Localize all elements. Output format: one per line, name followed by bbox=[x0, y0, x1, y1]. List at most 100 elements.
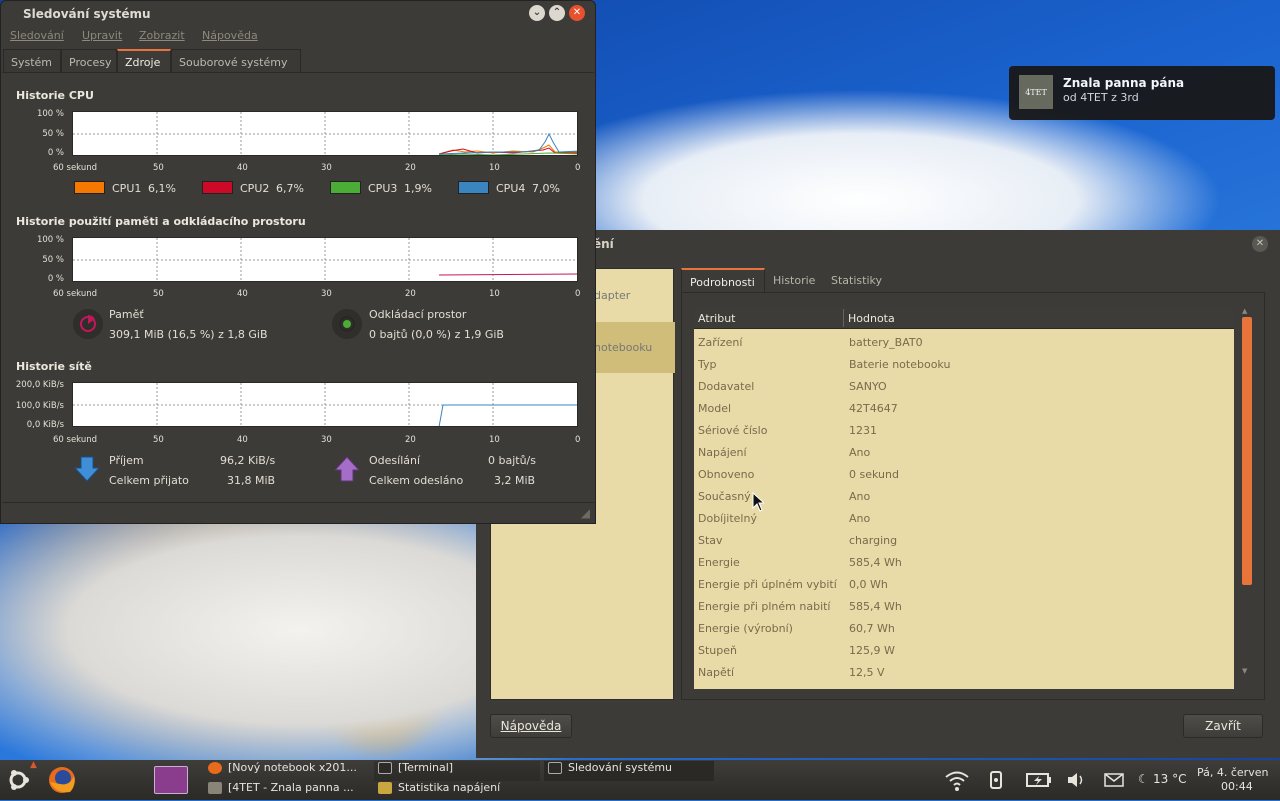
temperature[interactable]: 13 °C bbox=[1153, 772, 1186, 786]
y-tick: 100 % bbox=[36, 235, 64, 245]
table-row[interactable]: Energie (výrobní) 60,7 Wh bbox=[694, 617, 1234, 639]
battery-charging-icon[interactable] bbox=[1026, 772, 1052, 788]
attribute-value: Ano bbox=[849, 446, 871, 459]
scrollbar-thumb[interactable] bbox=[1242, 317, 1252, 585]
status-bar: ◢ bbox=[2, 502, 594, 523]
tab-processes[interactable]: Procesy bbox=[61, 49, 117, 73]
x-tick: 40 bbox=[237, 435, 248, 445]
mail-icon[interactable] bbox=[1104, 773, 1124, 787]
help-button-label: Nápověda bbox=[500, 719, 562, 733]
volume-icon[interactable] bbox=[1066, 772, 1086, 788]
x-tick: 60 sekund bbox=[53, 163, 98, 173]
table-row[interactable]: Energie při úplném vybití 0,0 Wh bbox=[694, 573, 1234, 595]
table-row[interactable]: Energie při plném nabití 585,4 Wh bbox=[694, 595, 1234, 617]
cpu4-label: CPU4 bbox=[496, 182, 526, 195]
tab-file-systems[interactable]: Souborové systémy bbox=[171, 49, 301, 73]
help-button[interactable]: Nápověda bbox=[490, 714, 572, 738]
tab-resources[interactable]: Zdroje bbox=[117, 49, 171, 73]
scroll-down-icon[interactable]: ▼ bbox=[1242, 667, 1247, 675]
table-row[interactable]: Sériové číslo 1231 bbox=[694, 419, 1234, 441]
notification-bubble: 4TET Znala panna pána od 4TET z 3rd bbox=[1009, 66, 1275, 120]
close-icon[interactable]: ✕ bbox=[1252, 236, 1268, 252]
menu-item-view[interactable]: Zobrazit bbox=[139, 29, 185, 42]
x-tick: 60 sekund bbox=[53, 435, 98, 445]
y-tick: 100 % bbox=[36, 109, 64, 119]
wifi-icon[interactable] bbox=[944, 768, 970, 792]
x-tick: 10 bbox=[489, 289, 500, 299]
cpu4-color-swatch[interactable] bbox=[458, 181, 489, 194]
power-window-title: ění bbox=[593, 237, 614, 251]
menu-item-edit[interactable]: Upravit bbox=[82, 29, 122, 42]
close-button[interactable]: Zavřít bbox=[1183, 714, 1263, 738]
upload-arrow-icon[interactable] bbox=[333, 455, 361, 483]
table-header: Atribut Hodnota bbox=[694, 307, 1234, 329]
table-row[interactable]: Stav charging bbox=[694, 529, 1234, 551]
scroll-up-icon[interactable]: ▲ bbox=[1242, 307, 1247, 315]
attribute-value: Ano bbox=[849, 490, 871, 503]
attribute-name: Napětí bbox=[698, 666, 735, 679]
table-row[interactable]: Napájení Ano bbox=[694, 441, 1234, 463]
table-row[interactable]: Dobíjitelný Ano bbox=[694, 507, 1234, 529]
column-header-value[interactable]: Hodnota bbox=[848, 312, 895, 325]
power-window-titlebar[interactable]: ění bbox=[476, 230, 1280, 256]
workspace-switcher-icon[interactable] bbox=[154, 766, 188, 794]
minimize-icon[interactable]: ⌄ bbox=[529, 5, 545, 21]
close-icon[interactable]: ✕ bbox=[569, 5, 585, 21]
maximize-icon[interactable]: ⌃ bbox=[549, 5, 565, 21]
tab-system[interactable]: Systém bbox=[3, 49, 61, 73]
clock-time[interactable]: 00:44 bbox=[1221, 780, 1253, 793]
swap-pie-icon[interactable] bbox=[332, 309, 362, 339]
scrollbar[interactable]: ▲ ▼ bbox=[1240, 307, 1252, 689]
attribute-name: Stupeň bbox=[698, 644, 737, 657]
table-row[interactable]: Model 42T4647 bbox=[694, 397, 1234, 419]
x-tick: 10 bbox=[489, 163, 500, 173]
taskbar-item-terminal[interactable]: [Terminal] bbox=[374, 761, 540, 781]
bluetooth-device-icon[interactable] bbox=[988, 770, 1004, 790]
cpu3-color-swatch[interactable] bbox=[330, 181, 361, 194]
taskbar-item-system-monitor[interactable]: Sledování systému bbox=[544, 761, 714, 781]
table-row[interactable]: Dodavatel SANYO bbox=[694, 375, 1234, 397]
download-arrow-icon[interactable] bbox=[73, 455, 101, 483]
x-tick: 30 bbox=[321, 163, 332, 173]
table-row[interactable]: Napětí 12,5 V bbox=[694, 661, 1234, 683]
attribute-name: Energie při plném nabití bbox=[698, 600, 831, 613]
menu-bar: Sledování Upravit Zobrazit Nápověda bbox=[1, 27, 595, 47]
tab-history[interactable]: Historie bbox=[765, 268, 823, 294]
x-tick: 40 bbox=[237, 163, 248, 173]
taskbar-item-notebook[interactable]: [Nový notebook x201... bbox=[204, 761, 366, 781]
taskbar-item-music[interactable]: [4TET - Znala panna ... bbox=[204, 781, 366, 801]
cpu2-color-swatch[interactable] bbox=[202, 181, 233, 194]
attribute-value: 12,5 V bbox=[849, 666, 885, 679]
table-row[interactable]: Obnoveno 0 sekund bbox=[694, 463, 1234, 485]
tab-statistics[interactable]: Statistiky bbox=[823, 268, 889, 294]
table-row[interactable]: Typ Baterie notebooku bbox=[694, 353, 1234, 375]
column-header-attribute[interactable]: Atribut bbox=[698, 312, 736, 325]
attribute-value: 585,4 Wh bbox=[849, 600, 902, 613]
clock-date[interactable]: Pá, 4. červen bbox=[1197, 766, 1268, 779]
speaker-icon bbox=[208, 782, 222, 794]
table-row[interactable]: Zařízení battery_BAT0 bbox=[694, 331, 1234, 353]
table-row[interactable]: Energie 585,4 Wh bbox=[694, 551, 1234, 573]
x-tick: 20 bbox=[405, 163, 416, 173]
memory-pie-icon[interactable] bbox=[73, 309, 103, 339]
menu-item-help[interactable]: Nápověda bbox=[202, 29, 258, 42]
firefox-icon[interactable] bbox=[46, 764, 78, 796]
taskbar-item-power-statistics[interactable]: Statistika napájení bbox=[374, 781, 540, 801]
resize-grip-icon[interactable]: ◢ bbox=[581, 506, 590, 520]
memory-history-heading: Historie použití paměti a odkládacího pr… bbox=[16, 215, 306, 228]
x-tick: 50 bbox=[153, 289, 164, 299]
ubuntu-logo-icon[interactable] bbox=[6, 768, 30, 792]
attribute-name: Současný bbox=[698, 490, 751, 503]
cpu1-color-swatch[interactable] bbox=[74, 181, 105, 194]
attribute-name: Napájení bbox=[698, 446, 747, 459]
bottom-panel: ▲ [Nový notebook x201... [4TET - Znala p… bbox=[0, 760, 1280, 800]
task-label: Statistika napájení bbox=[398, 781, 501, 794]
table-row[interactable]: Současný Ano bbox=[694, 485, 1234, 507]
table-row[interactable]: Stupeň 125,9 W bbox=[694, 639, 1234, 661]
attribute-value: SANYO bbox=[849, 380, 887, 393]
x-tick: 0 bbox=[575, 435, 581, 445]
notification-title: Znala panna pána bbox=[1063, 76, 1185, 90]
task-label: Sledování systému bbox=[568, 761, 673, 774]
menu-item-monitor[interactable]: Sledování bbox=[10, 29, 64, 42]
tab-details[interactable]: Podrobnosti bbox=[681, 268, 765, 294]
